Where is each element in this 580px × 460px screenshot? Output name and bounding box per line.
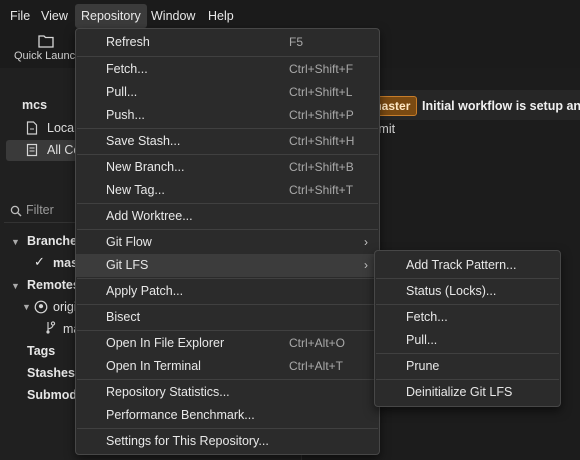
document-icon [26,121,38,135]
github-icon [34,300,48,314]
menu-repository[interactable]: Repository [75,4,147,28]
menu-window[interactable]: Window [145,4,201,28]
commits-list-icon [26,143,38,157]
menu-separator [77,304,378,305]
menu-separator [77,128,378,129]
branches-expand-icon[interactable]: ▼ [11,237,20,247]
menu-item-fetch[interactable]: Fetch... Ctrl+Shift+F [76,58,379,81]
menu-separator [376,278,559,279]
menu-separator [77,278,378,279]
menu-item-new-tag[interactable]: New Tag... Ctrl+Shift+T [76,179,379,202]
menu-file[interactable]: File [4,4,36,28]
origin-expand-icon[interactable]: ▼ [22,302,31,312]
section-tags[interactable]: Tags [27,344,55,358]
branch-icon [46,321,56,334]
menu-item-git-lfs[interactable]: Git LFS › [76,254,379,277]
submenu-item-add-track-pattern[interactable]: Add Track Pattern... [375,254,560,277]
remotes-expand-icon[interactable]: ▼ [11,281,20,291]
menu-separator [376,304,559,305]
menu-separator [77,229,378,230]
menu-item-save-stash[interactable]: Save Stash... Ctrl+Shift+H [76,130,379,153]
submenu-item-pull[interactable]: Pull... [375,329,560,352]
menu-view[interactable]: View [35,4,74,28]
menu-item-open-in-file-explorer[interactable]: Open In File Explorer Ctrl+Alt+O [76,332,379,355]
menu-help[interactable]: Help [202,4,240,28]
current-branch-check-icon: ✓ [34,254,45,269]
menu-separator [77,330,378,331]
folder-icon[interactable] [38,34,54,48]
filter-input[interactable]: Filter [26,203,54,217]
menu-item-add-worktree[interactable]: Add Worktree... [76,205,379,228]
search-icon [10,205,22,217]
menu-separator [77,203,378,204]
repository-menu: Refresh F5 Fetch... Ctrl+Shift+F Pull... Ct… [75,28,380,455]
menu-separator [77,154,378,155]
git-lfs-submenu: Add Track Pattern... Status (Locks)... F… [374,250,561,407]
menu-item-apply-patch[interactable]: Apply Patch... [76,280,379,303]
menu-separator [77,428,378,429]
quick-launch-label[interactable]: Quick Launch [14,50,81,62]
menu-separator [77,56,378,57]
menu-item-repository-statistics[interactable]: Repository Statistics... [76,381,379,404]
menu-separator [376,379,559,380]
menu-separator [376,353,559,354]
repo-name: mcs [22,98,48,112]
chevron-right-icon: › [364,258,368,272]
section-remotes[interactable]: Remotes [27,278,80,292]
menu-item-git-flow[interactable]: Git Flow › [76,231,379,254]
menu-item-pull[interactable]: Pull... Ctrl+Shift+L [76,81,379,104]
submenu-item-status-locks[interactable]: Status (Locks)... [375,280,560,303]
commit-message[interactable]: Initial workflow is setup and [422,99,580,113]
menu-item-performance-benchmark[interactable]: Performance Benchmark... [76,404,379,427]
menu-item-refresh[interactable]: Refresh F5 [76,31,379,54]
menu-item-settings-for-this-repository[interactable]: Settings for This Repository... [76,430,379,453]
submenu-item-fetch[interactable]: Fetch... [375,306,560,329]
menu-item-bisect[interactable]: Bisect [76,306,379,329]
menu-item-open-in-terminal[interactable]: Open In Terminal Ctrl+Alt+T [76,355,379,378]
submenu-item-deinitialize-git-lfs[interactable]: Deinitialize Git LFS [375,381,560,404]
menu-item-new-branch[interactable]: New Branch... Ctrl+Shift+B [76,156,379,179]
chevron-right-icon: › [364,235,368,249]
menu-item-push[interactable]: Push... Ctrl+Shift+P [76,104,379,127]
submenu-item-prune[interactable]: Prune [375,355,560,378]
section-stashes[interactable]: Stashes [27,366,75,380]
menu-separator [77,379,378,380]
